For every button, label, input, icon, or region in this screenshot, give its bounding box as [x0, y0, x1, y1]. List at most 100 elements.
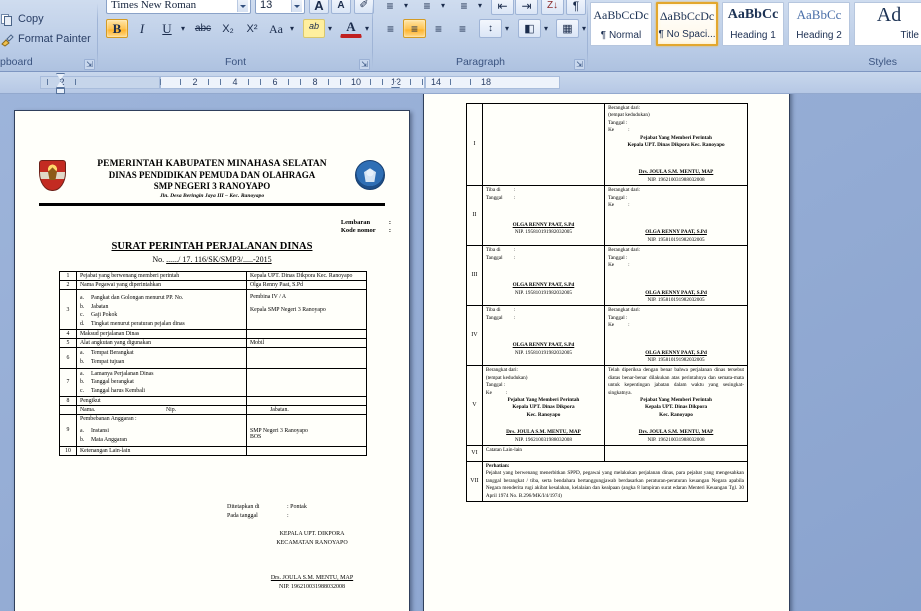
bullets-button[interactable]: ≡ — [379, 0, 401, 15]
clear-formatting-button[interactable]: ✐ — [354, 0, 374, 14]
document-canvas[interactable]: PEMERINTAH KABUPATEN MINAHASA SELATAN DI… — [0, 94, 921, 611]
table-row[interactable]: 6 a. Tempat Berangkat b. Tempat tujuan — [59, 347, 367, 369]
shrink-font-button[interactable]: A — [331, 0, 351, 14]
ditetapkan-label: Ditetapkan di — [227, 504, 260, 510]
table-row[interactable]: 1 Pejabat yang berwenang memberi perinta… — [59, 271, 367, 281]
multilevel-list-button[interactable]: ≡ — [453, 0, 475, 15]
font-size-combobox[interactable]: 13 — [255, 0, 305, 14]
sort-button[interactable]: Z↓ — [541, 0, 564, 15]
text-highlight-color-button[interactable]: ab — [303, 19, 325, 38]
format-painter-button[interactable]: Format Painter — [0, 30, 91, 49]
style-heading-2[interactable]: AaBbCc Heading 2 — [788, 2, 850, 46]
numbering-dropdown[interactable]: ▾ — [438, 0, 448, 15]
document-page-1[interactable]: PEMERINTAH KABUPATEN MINAHASA SELATAN DI… — [14, 110, 410, 611]
increase-indent-button[interactable]: ⇥ — [515, 0, 538, 15]
style-heading-1[interactable]: AaBbCс Heading 1 — [722, 2, 784, 46]
change-case-button[interactable]: Aa — [265, 19, 287, 38]
show-formatting-marks-button[interactable]: ¶ — [566, 0, 586, 15]
subscript-button[interactable]: X₂ — [217, 19, 239, 38]
font-dialog-launcher[interactable]: ⇲ — [359, 59, 370, 70]
style-title[interactable]: Ad Title — [854, 2, 921, 46]
table-row[interactable]: 2 Nama Pegawai yang diperintahkan Olga R… — [59, 280, 367, 290]
table-row[interactable]: II Tiba di: Tanggal: OLGA RENNY PAAT, S.… — [466, 185, 748, 247]
underline-dropdown[interactable]: ▾ — [178, 19, 188, 38]
align-right-button[interactable]: ≡ — [427, 19, 450, 38]
table-row[interactable]: 5 Alat angkutan yang digunakan Mobil — [59, 338, 367, 349]
copy-button[interactable]: Copy — [0, 10, 44, 29]
chevron-down-icon[interactable] — [237, 0, 248, 12]
grow-font-icon: A — [314, 0, 324, 13]
tanggal-colon: : — [513, 194, 516, 201]
change-case-icon: Aa — [269, 22, 283, 36]
horizontal-ruler[interactable]: 2 2 4 6 8 10 12 14 18 — [0, 72, 921, 94]
row-no: VI — [466, 445, 483, 462]
shading-button[interactable]: ◧ — [518, 19, 541, 38]
align-left-button[interactable]: ≡ — [379, 19, 402, 38]
numbering-button[interactable]: ≡ — [416, 0, 438, 15]
sub-item: a. Tempat Berangkat — [80, 349, 243, 358]
table-row[interactable]: 7 a. Lamanya Perjalanan Dinas b. Tanggal b… — [59, 367, 367, 398]
table-row[interactable]: III Tiba di: Tanggal: OLGA RENNY PAAT, S… — [466, 245, 748, 307]
table-row[interactable]: 4 Maksud perjalanan Dinas — [59, 329, 367, 340]
font-name-combobox[interactable]: Times New Roman — [106, 0, 251, 14]
row-value: Kepala UPT. Dinas Dikpora Kec. Ranoyapo — [246, 271, 367, 281]
grow-font-button[interactable]: A — [309, 0, 329, 14]
table-row-subheader[interactable]: Nama. Nip. Jabatan. — [59, 405, 367, 416]
table-row[interactable]: 10 Ketenangan Lain-lain — [59, 445, 367, 456]
chevron-down-icon[interactable] — [291, 0, 302, 12]
strikethrough-button[interactable]: abc — [191, 19, 215, 38]
change-case-dropdown[interactable]: ▾ — [287, 19, 297, 38]
table-row[interactable]: 3 a. Pangkat dan Golongan menurut PP. No.… — [59, 288, 367, 331]
highlight-color-dropdown[interactable]: ▾ — [325, 19, 335, 38]
multilevel-list-dropdown[interactable]: ▾ — [475, 0, 485, 15]
row-no: 4 — [59, 329, 77, 340]
bullets-dropdown[interactable]: ▾ — [401, 0, 411, 15]
sub-key: c. — [80, 312, 85, 319]
berangkat-dari-label: Berangkat dari: — [608, 187, 641, 194]
clipboard-dialog-launcher[interactable]: ⇲ — [84, 59, 95, 70]
sub-item: b. Mata Anggaran — [80, 436, 243, 445]
ditetapkan-row: Ditetapkan di: Pontak — [227, 503, 397, 512]
align-center-button[interactable]: ≡ — [403, 19, 426, 38]
table-row[interactable]: 9 Pembebanan Anggaran : a. Instansi b. Mat… — [59, 414, 367, 447]
style-normal[interactable]: AaBbCcDc ¶ Normal — [590, 2, 652, 46]
font-color-dropdown[interactable]: ▾ — [362, 19, 372, 38]
line-spacing-button[interactable]: ↕ — [479, 19, 502, 38]
tanggal-label: Pada tanggal — [227, 513, 258, 519]
sub-item: c. Tanggal harus Kembali — [80, 387, 243, 396]
row-item: a. Tempat Berangkat b. Tempat tujuan — [76, 347, 247, 369]
ke-colon: : — [628, 322, 630, 329]
row-right-cell: Berangkat dari: Tanggal : Ke: OLGA RENNY… — [604, 245, 748, 307]
decrease-indent-button[interactable]: ⇤ — [491, 0, 514, 15]
style-no-spacing[interactable]: ΔaBbCcDc ¶ No Spaci... — [656, 2, 718, 46]
italic-button[interactable]: I — [131, 19, 153, 38]
bold-button[interactable]: B — [106, 19, 128, 38]
sub-key: b. — [80, 379, 85, 386]
justify-button[interactable]: ≡ — [451, 19, 474, 38]
underline-button[interactable]: U — [156, 19, 178, 38]
font-color-button[interactable]: A — [340, 19, 362, 38]
sppd-main-table[interactable]: 1 Pejabat yang berwenang memberi perinta… — [59, 271, 367, 456]
row-value: Jabatan. — [246, 405, 367, 416]
borders-button[interactable]: ▦ — [556, 19, 579, 38]
shading-dropdown[interactable]: ▾ — [541, 19, 551, 38]
table-row[interactable]: VI Catatan Lain-lain — [466, 445, 748, 462]
kode-nomor-label: Kode nomor — [340, 227, 376, 234]
table-row[interactable]: IV Tiba di: Tanggal: OLGA RENNY PAAT, S.… — [466, 305, 748, 367]
document-page-2[interactable]: I Berangkat dari: (tempat kedudukan) Tan… — [423, 94, 790, 611]
ke-label: Ke — [608, 127, 615, 134]
signature-space — [486, 202, 601, 212]
sub-item: a. Instansi — [80, 427, 243, 436]
row-left-cell: Tiba di: Tanggal: OLGA RENNY PAAT, S.Pd … — [481, 245, 606, 307]
paragraph-group-label: Paragraph — [455, 56, 506, 68]
sub-text: Tanggal berangkat — [91, 379, 134, 386]
superscript-icon: X² — [246, 23, 258, 35]
sppd-travel-log-table[interactable]: I Berangkat dari: (tempat kedudukan) Tan… — [466, 102, 749, 503]
superscript-button[interactable]: X² — [241, 19, 263, 38]
table-row[interactable]: V Berangkat dari: (tempat kedudukan) Tan… — [466, 365, 748, 446]
table-row[interactable]: I Berangkat dari: (tempat kedudukan) Tan… — [466, 102, 748, 187]
table-row[interactable]: 8 Pengikut — [59, 396, 367, 407]
line-spacing-dropdown[interactable]: ▾ — [502, 19, 512, 38]
table-row[interactable]: VII Perhatian: Pejabat yang berwenang me… — [466, 460, 749, 503]
paragraph-dialog-launcher[interactable]: ⇲ — [574, 59, 585, 70]
